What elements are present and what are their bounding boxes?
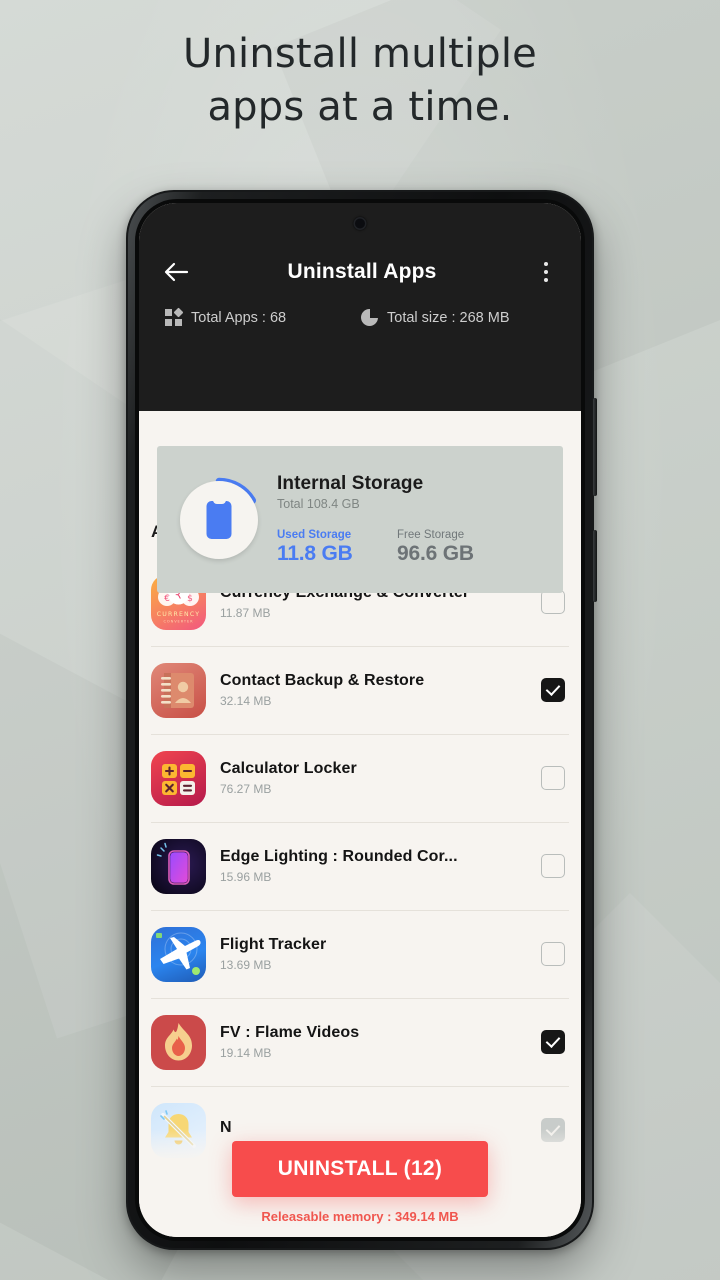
app-header: Uninstall Apps Total Apps : 68 Total siz… [139, 203, 581, 411]
storage-ring [175, 476, 263, 564]
svg-text:CURRENCY: CURRENCY [157, 611, 201, 618]
storage-texts: Internal Storage Total 108.4 GB Used Sto… [277, 473, 559, 566]
phone-screen: Uninstall Apps Total Apps : 68 Total siz… [139, 203, 581, 1237]
device-storage-icon [206, 500, 232, 539]
app-name: FV : Flame Videos [220, 1024, 360, 1041]
app-name: Edge Lighting : Rounded Cor... [220, 848, 458, 865]
grid-apps-icon [165, 307, 184, 326]
used-storage-value: 11.8 GB [277, 542, 353, 565]
volume-button[interactable] [593, 398, 597, 496]
app-list-item[interactable]: Flight Tracker 13.69 MB [139, 910, 581, 998]
arrow-left-icon[interactable] [161, 257, 191, 287]
app-size: 13.69 MB [220, 958, 272, 972]
app-meta: FV : Flame Videos 19.14 MB [220, 1024, 541, 1060]
promo-headline: Uninstall multiple apps at a time. [0, 28, 720, 134]
uninstall-button[interactable]: UNINSTALL (12) [232, 1141, 488, 1197]
bottom-action-bar: UNINSTALL (12) Releasable memory : 349.1… [139, 1129, 581, 1237]
storage-columns: Used Storage 11.8 GB Free Storage 96.6 G… [277, 529, 559, 566]
app-checkbox[interactable] [541, 590, 565, 614]
more-vertical-icon[interactable] [533, 262, 559, 282]
pie-chart-icon [361, 309, 378, 326]
storage-card-wrapper: Internal Storage Total 108.4 GB Used Sto… [139, 446, 581, 593]
app-toolbar: Uninstall Apps [139, 241, 581, 303]
app-icon [151, 1014, 206, 1070]
app-list: € $ ₹ CURRENCY CONVERTER Currency Exchan… [139, 558, 581, 1174]
releasable-memory-label: Releasable memory : 349.14 MB [261, 1209, 459, 1224]
app-name: Contact Backup & Restore [220, 672, 425, 689]
svg-text:CONVERTER: CONVERTER [163, 619, 193, 623]
app-list-item[interactable]: FV : Flame Videos 19.14 MB [139, 998, 581, 1086]
headline-line-1: Uninstall multiple [182, 31, 537, 77]
total-apps-label: Total Apps : 68 [191, 309, 287, 326]
app-list-item[interactable]: Calculator Locker 76.27 MB [139, 734, 581, 822]
app-list-item[interactable]: Contact Backup & Restore 32.14 MB [139, 646, 581, 734]
app-icon [151, 926, 206, 982]
free-storage-value: 96.6 GB [397, 542, 474, 565]
app-size: 76.27 MB [220, 782, 272, 796]
headline-line-2: apps at a time. [207, 83, 513, 130]
app-list-item[interactable]: Edge Lighting : Rounded Cor... 15.96 MB [139, 822, 581, 910]
front-camera-icon [353, 217, 367, 230]
app-name: Flight Tracker [220, 936, 327, 953]
phone-mockup: Uninstall Apps Total Apps : 68 Total siz… [126, 190, 597, 1250]
header-stats: Total Apps : 68 Total size : 268 MB [139, 307, 581, 326]
app-checkbox[interactable] [541, 1030, 565, 1054]
app-icon [151, 662, 206, 718]
svg-text:$: $ [187, 594, 193, 604]
app-icon [151, 838, 206, 894]
free-storage-column: Free Storage 96.6 GB [397, 529, 517, 566]
app-size: 15.96 MB [220, 870, 272, 884]
app-checkbox[interactable] [541, 766, 565, 790]
app-checkbox[interactable] [541, 942, 565, 966]
app-size: 32.14 MB [220, 694, 272, 708]
page-title: Uninstall Apps [287, 260, 437, 283]
used-storage-column: Used Storage 11.8 GB [277, 529, 397, 566]
storage-total: Total 108.4 GB [277, 497, 360, 511]
power-button[interactable] [593, 530, 597, 602]
app-meta: Edge Lighting : Rounded Cor... 15.96 MB [220, 848, 541, 884]
svg-text:€: € [164, 594, 170, 604]
app-checkbox[interactable] [541, 678, 565, 702]
total-size-label: Total size : 268 MB [387, 309, 510, 326]
storage-card[interactable]: Internal Storage Total 108.4 GB Used Sto… [157, 446, 563, 593]
app-icon [151, 750, 206, 806]
storage-title: Internal Storage [277, 473, 424, 494]
app-body: Internal Storage Total 108.4 GB Used Sto… [139, 446, 581, 1174]
free-storage-label: Free Storage [397, 529, 465, 541]
app-meta: Flight Tracker 13.69 MB [220, 936, 541, 972]
app-size: 11.87 MB [220, 606, 271, 620]
total-size-stat: Total size : 268 MB [361, 309, 510, 326]
app-meta: Calculator Locker 76.27 MB [220, 760, 541, 796]
app-checkbox[interactable] [541, 854, 565, 878]
app-meta: Contact Backup & Restore 32.14 MB [220, 672, 541, 708]
used-storage-label: Used Storage [277, 529, 352, 541]
total-apps-stat: Total Apps : 68 [165, 307, 361, 326]
app-name: Calculator Locker [220, 760, 357, 777]
app-size: 19.14 MB [220, 1046, 272, 1060]
